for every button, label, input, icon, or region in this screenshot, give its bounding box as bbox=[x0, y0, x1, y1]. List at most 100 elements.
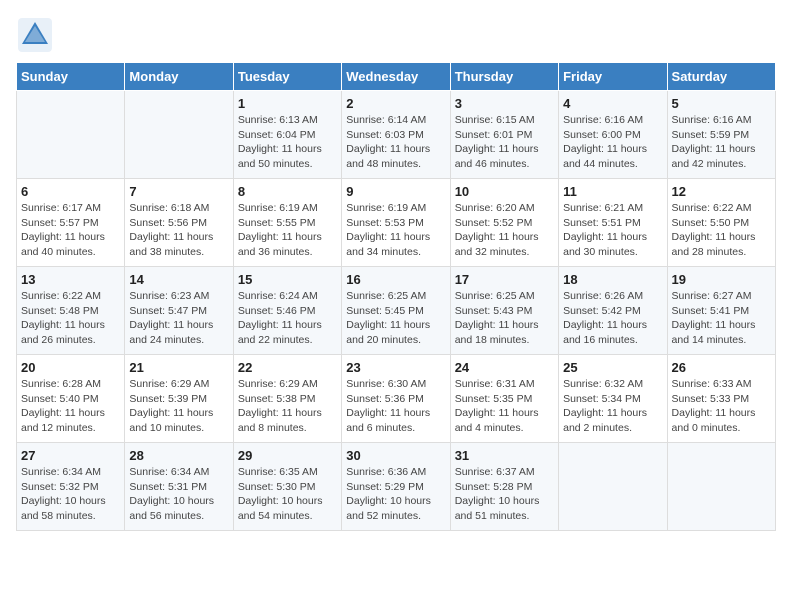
page-header bbox=[16, 16, 776, 54]
day-info: Sunrise: 6:20 AM Sunset: 5:52 PM Dayligh… bbox=[455, 201, 554, 260]
calendar-day-cell: 4 Sunrise: 6:16 AM Sunset: 6:00 PM Daylig… bbox=[559, 91, 667, 179]
calendar-day-cell: 10 Sunrise: 6:20 AM Sunset: 5:52 PM Dayli… bbox=[450, 179, 558, 267]
day-number: 7 bbox=[129, 184, 228, 199]
day-number: 13 bbox=[21, 272, 120, 287]
day-info: Sunrise: 6:34 AM Sunset: 5:31 PM Dayligh… bbox=[129, 465, 228, 524]
calendar-day-cell: 23Sunrise: 6:30 AM Sunset: 5:36 PM Dayli… bbox=[342, 355, 450, 443]
calendar-day-cell: 8 Sunrise: 6:19 AM Sunset: 5:55 PM Daylig… bbox=[233, 179, 341, 267]
calendar-week-row: 6 Sunrise: 6:17 AM Sunset: 5:57 PM Daylig… bbox=[17, 179, 776, 267]
day-number: 11 bbox=[563, 184, 662, 199]
logo-icon bbox=[16, 16, 54, 54]
calendar-day-cell: 21Sunrise: 6:29 AM Sunset: 5:39 PM Dayli… bbox=[125, 355, 233, 443]
day-info: Sunrise: 6:16 AM Sunset: 5:59 PM Dayligh… bbox=[672, 113, 771, 172]
weekday-header-cell: Monday bbox=[125, 63, 233, 91]
day-info: Sunrise: 6:30 AM Sunset: 5:36 PM Dayligh… bbox=[346, 377, 445, 436]
calendar-day-cell: 5 Sunrise: 6:16 AM Sunset: 5:59 PM Daylig… bbox=[667, 91, 775, 179]
day-number: 8 bbox=[238, 184, 337, 199]
day-number: 5 bbox=[672, 96, 771, 111]
day-number: 17 bbox=[455, 272, 554, 287]
calendar-day-cell bbox=[559, 443, 667, 531]
day-info: Sunrise: 6:31 AM Sunset: 5:35 PM Dayligh… bbox=[455, 377, 554, 436]
calendar-week-row: 27 Sunrise: 6:34 AM Sunset: 5:32 PM Dayli… bbox=[17, 443, 776, 531]
day-number: 16 bbox=[346, 272, 445, 287]
calendar-day-cell: 31 Sunrise: 6:37 AM Sunset: 5:28 PM Dayli… bbox=[450, 443, 558, 531]
weekday-header-cell: Tuesday bbox=[233, 63, 341, 91]
day-number: 27 bbox=[21, 448, 120, 463]
day-number: 22 bbox=[238, 360, 337, 375]
calendar-day-cell: 19Sunrise: 6:27 AM Sunset: 5:41 PM Dayli… bbox=[667, 267, 775, 355]
day-number: 10 bbox=[455, 184, 554, 199]
day-info: Sunrise: 6:32 AM Sunset: 5:34 PM Dayligh… bbox=[563, 377, 662, 436]
calendar-day-cell: 9Sunrise: 6:19 AM Sunset: 5:53 PM Daylig… bbox=[342, 179, 450, 267]
day-info: Sunrise: 6:22 AM Sunset: 5:50 PM Dayligh… bbox=[672, 201, 771, 260]
day-number: 4 bbox=[563, 96, 662, 111]
calendar-day-cell: 29 Sunrise: 6:35 AM Sunset: 5:30 PM Dayli… bbox=[233, 443, 341, 531]
day-info: Sunrise: 6:36 AM Sunset: 5:29 PM Dayligh… bbox=[346, 465, 445, 524]
day-info: Sunrise: 6:37 AM Sunset: 5:28 PM Dayligh… bbox=[455, 465, 554, 524]
calendar-day-cell: 1 Sunrise: 6:13 AM Sunset: 6:04 PM Daylig… bbox=[233, 91, 341, 179]
calendar-day-cell: 15 Sunrise: 6:24 AM Sunset: 5:46 PM Dayli… bbox=[233, 267, 341, 355]
calendar-day-cell: 11 Sunrise: 6:21 AM Sunset: 5:51 PM Dayli… bbox=[559, 179, 667, 267]
calendar-day-cell: 12 Sunrise: 6:22 AM Sunset: 5:50 PM Dayli… bbox=[667, 179, 775, 267]
calendar-week-row: 13 Sunrise: 6:22 AM Sunset: 5:48 PM Dayli… bbox=[17, 267, 776, 355]
weekday-header-cell: Wednesday bbox=[342, 63, 450, 91]
calendar-day-cell: 7 Sunrise: 6:18 AM Sunset: 5:56 PM Daylig… bbox=[125, 179, 233, 267]
day-number: 31 bbox=[455, 448, 554, 463]
calendar-day-cell: 6 Sunrise: 6:17 AM Sunset: 5:57 PM Daylig… bbox=[17, 179, 125, 267]
day-info: Sunrise: 6:34 AM Sunset: 5:32 PM Dayligh… bbox=[21, 465, 120, 524]
calendar-day-cell: 18 Sunrise: 6:26 AM Sunset: 5:42 PM Dayli… bbox=[559, 267, 667, 355]
day-info: Sunrise: 6:19 AM Sunset: 5:55 PM Dayligh… bbox=[238, 201, 337, 260]
calendar-body: 1 Sunrise: 6:13 AM Sunset: 6:04 PM Daylig… bbox=[17, 91, 776, 531]
day-info: Sunrise: 6:25 AM Sunset: 5:45 PM Dayligh… bbox=[346, 289, 445, 348]
calendar-day-cell bbox=[17, 91, 125, 179]
calendar-day-cell: 22 Sunrise: 6:29 AM Sunset: 5:38 PM Dayli… bbox=[233, 355, 341, 443]
weekday-header-cell: Friday bbox=[559, 63, 667, 91]
day-info: Sunrise: 6:23 AM Sunset: 5:47 PM Dayligh… bbox=[129, 289, 228, 348]
calendar-day-cell: 3Sunrise: 6:15 AM Sunset: 6:01 PM Daylig… bbox=[450, 91, 558, 179]
calendar-day-cell: 24 Sunrise: 6:31 AM Sunset: 5:35 PM Dayli… bbox=[450, 355, 558, 443]
day-info: Sunrise: 6:24 AM Sunset: 5:46 PM Dayligh… bbox=[238, 289, 337, 348]
day-number: 24 bbox=[455, 360, 554, 375]
calendar-day-cell: 16 Sunrise: 6:25 AM Sunset: 5:45 PM Dayli… bbox=[342, 267, 450, 355]
calendar-day-cell bbox=[667, 443, 775, 531]
calendar-day-cell: 14 Sunrise: 6:23 AM Sunset: 5:47 PM Dayli… bbox=[125, 267, 233, 355]
day-number: 1 bbox=[238, 96, 337, 111]
day-number: 15 bbox=[238, 272, 337, 287]
day-info: Sunrise: 6:35 AM Sunset: 5:30 PM Dayligh… bbox=[238, 465, 337, 524]
day-number: 12 bbox=[672, 184, 771, 199]
weekday-header-row: SundayMondayTuesdayWednesdayThursdayFrid… bbox=[17, 63, 776, 91]
calendar-day-cell: 2Sunrise: 6:14 AM Sunset: 6:03 PM Daylig… bbox=[342, 91, 450, 179]
calendar-day-cell: 20Sunrise: 6:28 AM Sunset: 5:40 PM Dayli… bbox=[17, 355, 125, 443]
calendar-week-row: 1 Sunrise: 6:13 AM Sunset: 6:04 PM Daylig… bbox=[17, 91, 776, 179]
day-info: Sunrise: 6:17 AM Sunset: 5:57 PM Dayligh… bbox=[21, 201, 120, 260]
day-info: Sunrise: 6:13 AM Sunset: 6:04 PM Dayligh… bbox=[238, 113, 337, 172]
calendar-day-cell bbox=[125, 91, 233, 179]
day-info: Sunrise: 6:29 AM Sunset: 5:39 PM Dayligh… bbox=[129, 377, 228, 436]
day-number: 19 bbox=[672, 272, 771, 287]
day-number: 3 bbox=[455, 96, 554, 111]
calendar-day-cell: 30Sunrise: 6:36 AM Sunset: 5:29 PM Dayli… bbox=[342, 443, 450, 531]
day-number: 6 bbox=[21, 184, 120, 199]
day-number: 26 bbox=[672, 360, 771, 375]
weekday-header-cell: Thursday bbox=[450, 63, 558, 91]
day-number: 14 bbox=[129, 272, 228, 287]
day-number: 29 bbox=[238, 448, 337, 463]
calendar-day-cell: 28 Sunrise: 6:34 AM Sunset: 5:31 PM Dayli… bbox=[125, 443, 233, 531]
day-info: Sunrise: 6:29 AM Sunset: 5:38 PM Dayligh… bbox=[238, 377, 337, 436]
calendar-day-cell: 25Sunrise: 6:32 AM Sunset: 5:34 PM Dayli… bbox=[559, 355, 667, 443]
calendar-day-cell: 26Sunrise: 6:33 AM Sunset: 5:33 PM Dayli… bbox=[667, 355, 775, 443]
calendar-table: SundayMondayTuesdayWednesdayThursdayFrid… bbox=[16, 62, 776, 531]
calendar-week-row: 20Sunrise: 6:28 AM Sunset: 5:40 PM Dayli… bbox=[17, 355, 776, 443]
day-info: Sunrise: 6:22 AM Sunset: 5:48 PM Dayligh… bbox=[21, 289, 120, 348]
weekday-header-cell: Sunday bbox=[17, 63, 125, 91]
day-number: 18 bbox=[563, 272, 662, 287]
weekday-header-cell: Saturday bbox=[667, 63, 775, 91]
day-info: Sunrise: 6:19 AM Sunset: 5:53 PM Dayligh… bbox=[346, 201, 445, 260]
day-info: Sunrise: 6:26 AM Sunset: 5:42 PM Dayligh… bbox=[563, 289, 662, 348]
day-info: Sunrise: 6:18 AM Sunset: 5:56 PM Dayligh… bbox=[129, 201, 228, 260]
day-info: Sunrise: 6:16 AM Sunset: 6:00 PM Dayligh… bbox=[563, 113, 662, 172]
logo bbox=[16, 16, 58, 54]
calendar-day-cell: 17Sunrise: 6:25 AM Sunset: 5:43 PM Dayli… bbox=[450, 267, 558, 355]
day-number: 28 bbox=[129, 448, 228, 463]
day-info: Sunrise: 6:21 AM Sunset: 5:51 PM Dayligh… bbox=[563, 201, 662, 260]
